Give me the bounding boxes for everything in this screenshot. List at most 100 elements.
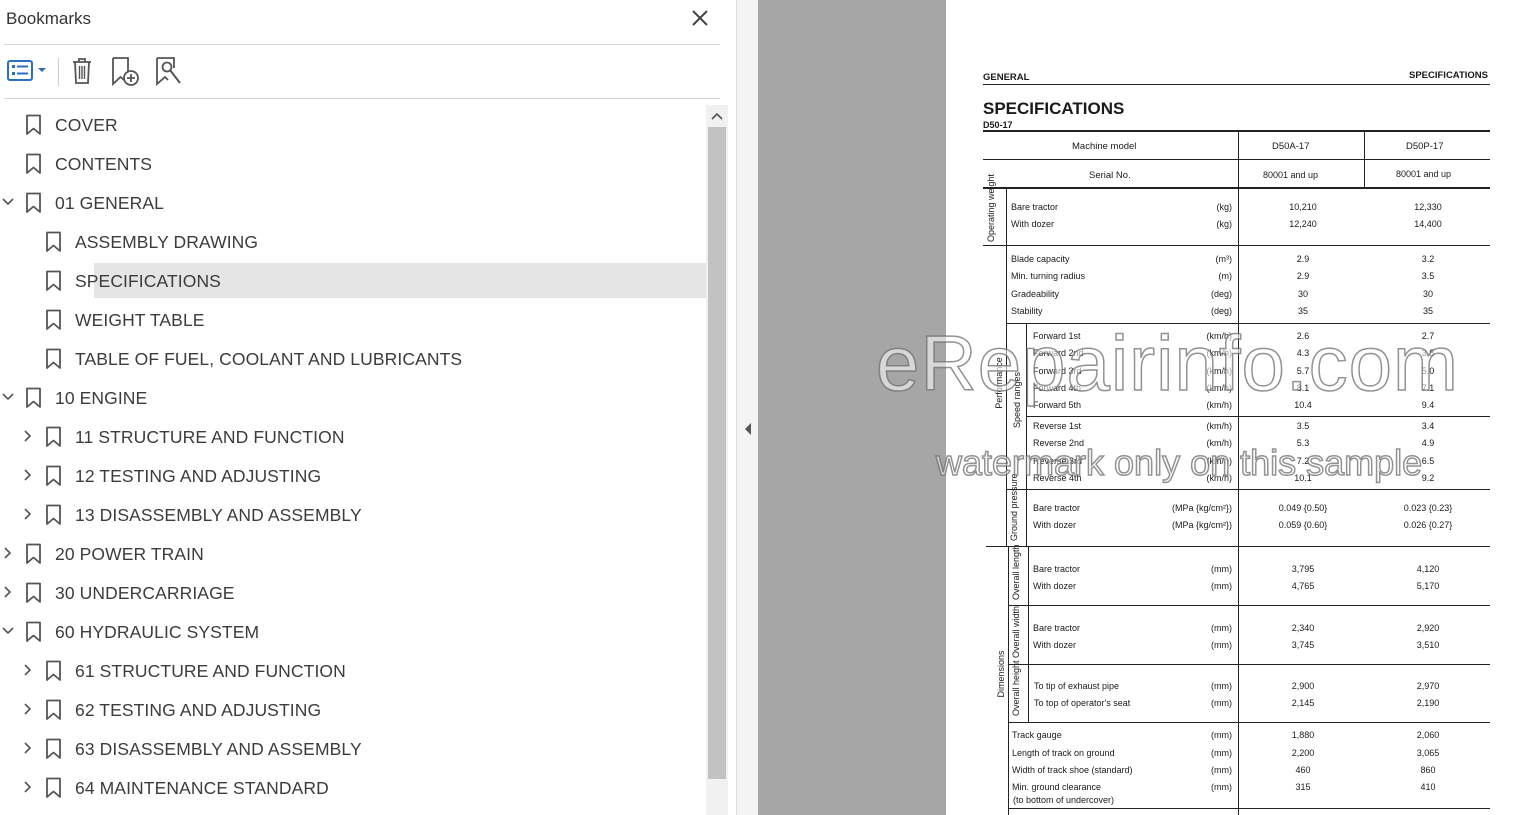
spec-value-d50a: 0.059 {0.60}	[1278, 520, 1328, 530]
serial-header-label: Serial No.	[1089, 170, 1131, 181]
rule	[1006, 189, 1007, 245]
bookmark-item[interactable]: 30 UNDERCARRIAGE	[0, 575, 706, 610]
group-label-ground-pressure: Ground pressure	[1009, 473, 1019, 541]
spec-value-d50a: 3,795	[1291, 564, 1315, 574]
spec-item-label: Reverse 3rd	[1033, 456, 1083, 466]
spec-unit: (km/h)	[1206, 438, 1233, 448]
spec-item-label: Track gauge	[1012, 730, 1062, 740]
spec-unit: (kg)	[1216, 202, 1233, 212]
spec-value-d50a: 2,200	[1291, 748, 1315, 758]
spec-value-d50p: 14,400	[1414, 219, 1442, 229]
bookmark-item[interactable]: 61 STRUCTURE AND FUNCTION	[0, 653, 706, 688]
serial-p-value: 80001 and up	[1396, 169, 1452, 179]
expand-toggle[interactable]	[20, 428, 36, 444]
options-button[interactable]	[4, 54, 50, 88]
collapse-panel-button[interactable]	[742, 421, 754, 437]
spec-unit: (km/h)	[1206, 456, 1233, 466]
rule	[1364, 130, 1365, 189]
group-label-overall-length: Overall length	[1011, 544, 1021, 600]
bookmark-item[interactable]: 10 ENGINE	[0, 380, 706, 415]
bookmark-item[interactable]: WEIGHT TABLE	[0, 302, 706, 337]
bookmark-item[interactable]: 13 DISASSEMBLY AND ASSEMBLY	[0, 497, 706, 532]
expand-toggle[interactable]	[0, 545, 16, 561]
rule	[1008, 723, 1009, 815]
bookmark-label: 62 TESTING AND ADJUSTING	[75, 700, 322, 720]
find-bookmark-button[interactable]	[152, 54, 186, 88]
spec-unit: (mm)	[1211, 765, 1232, 775]
spec-value-d50p: 0.026 {0.27}	[1403, 520, 1453, 530]
model-header-label: Machine model	[1072, 141, 1137, 152]
bookmark-item[interactable]: 11 STRUCTURE AND FUNCTION	[0, 419, 706, 454]
spec-value-d50a: 2.9	[1296, 271, 1310, 281]
collapse-toggle[interactable]	[0, 389, 16, 405]
new-bookmark-icon	[112, 57, 139, 87]
collapse-toggle[interactable]	[0, 194, 16, 210]
bookmark-item[interactable]: TABLE OF FUEL, COOLANT AND LUBRICANTS	[0, 341, 706, 376]
chevron-left-icon	[745, 423, 751, 435]
scroll-up-button[interactable]	[706, 105, 728, 127]
expand-toggle[interactable]	[20, 662, 36, 678]
expand-toggle[interactable]	[20, 740, 36, 756]
spec-unit: (mm)	[1211, 782, 1232, 792]
scrollbar-thumb[interactable]	[708, 127, 726, 779]
bookmark-item[interactable]: 01 GENERAL	[0, 185, 706, 220]
spec-value-d50p: 3.4	[1421, 421, 1435, 431]
bookmark-item[interactable]: SPECIFICATIONS	[0, 263, 706, 298]
expand-toggle[interactable]	[20, 779, 36, 795]
bookmark-item[interactable]: COVER	[0, 107, 706, 142]
expand-toggle[interactable]	[20, 506, 36, 522]
bookmark-item[interactable]: 12 TESTING AND ADJUSTING	[0, 458, 706, 493]
spec-value-d50a: 3.5	[1296, 421, 1310, 431]
bookmarks-toolbar	[0, 46, 720, 98]
rule	[1006, 489, 1490, 490]
spec-value-d50a: 8.1	[1296, 383, 1310, 393]
bookmark-item[interactable]: 60 HYDRAULIC SYSTEM	[0, 614, 706, 649]
spec-item-label: Gradeability	[1011, 289, 1060, 299]
spec-unit: (km/h)	[1206, 421, 1233, 431]
bookmark-item[interactable]: CONTENTS	[0, 146, 706, 181]
model-a-label: D50A-17	[1272, 141, 1310, 152]
expand-toggle[interactable]	[20, 701, 36, 717]
spec-item-label: Bare tractor	[1011, 202, 1059, 212]
bookmark-label: 30 UNDERCARRIAGE	[55, 583, 235, 603]
document-page: GENERAL SPECIFICATIONS SPECIFICATIONS D5…	[946, 0, 1534, 815]
spec-item-label: Blade capacity	[1011, 254, 1070, 264]
bookmark-item[interactable]: ASSEMBLY DRAWING	[0, 224, 706, 259]
close-panel-button[interactable]	[688, 6, 712, 30]
collapse-toggle[interactable]	[0, 623, 16, 639]
spec-value-d50a: 4.3	[1296, 348, 1310, 358]
bookmark-item[interactable]: 20 POWER TRAIN	[0, 536, 706, 571]
spec-unit: (mm)	[1211, 748, 1232, 758]
new-bookmark-button[interactable]	[108, 54, 142, 88]
spec-value-d50a: 1,880	[1291, 730, 1315, 740]
bookmark-item[interactable]: 63 DISASSEMBLY AND ASSEMBLY	[0, 731, 706, 766]
bookmark-label: WEIGHT TABLE	[75, 310, 205, 330]
group-label-operating-weight: Operating weight	[986, 173, 996, 242]
spec-item-label: Bare tractor	[1033, 564, 1081, 574]
spec-value-d50p: 860	[1420, 765, 1436, 775]
bookmark-label: TABLE OF FUEL, COOLANT AND LUBRICANTS	[75, 349, 463, 369]
spec-value-d50p: 12,330	[1414, 202, 1442, 212]
spec-item-label: With dozer	[1033, 640, 1077, 650]
expand-toggle[interactable]	[20, 467, 36, 483]
list-options-icon	[7, 60, 46, 81]
group-label-overall-width: Overall width	[1011, 605, 1021, 658]
spec-value-d50a: 2.9	[1296, 254, 1310, 264]
spec-value-d50p: 3.8	[1421, 348, 1435, 358]
delete-bookmark-button[interactable]	[68, 54, 96, 88]
spec-unit: (mm)	[1211, 623, 1232, 633]
close-icon	[692, 10, 708, 26]
bookmark-label: ASSEMBLY DRAWING	[75, 232, 259, 252]
panel-splitter[interactable]	[736, 0, 758, 815]
bookmark-item[interactable]: 64 MAINTENANCE STANDARD	[0, 770, 706, 805]
document-canvas-background	[758, 0, 946, 815]
expand-toggle[interactable]	[0, 584, 16, 600]
bookmark-item[interactable]: 62 TESTING AND ADJUSTING	[0, 692, 706, 727]
spec-value-d50p: 5.0	[1421, 366, 1435, 376]
spec-value-d50a: 35	[1297, 306, 1308, 316]
bookmark-label: 63 DISASSEMBLY AND ASSEMBLY	[75, 739, 362, 759]
vertical-scrollbar[interactable]	[706, 105, 728, 815]
spec-item-label: With dozer	[1011, 219, 1055, 229]
divider	[4, 98, 720, 99]
spec-value-d50p: 3,510	[1416, 640, 1440, 650]
